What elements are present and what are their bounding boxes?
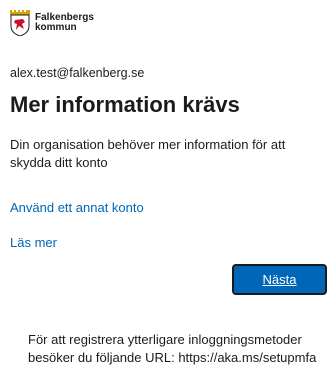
next-button[interactable]: Nästa xyxy=(232,264,327,295)
use-another-account-link[interactable]: Använd ett annat konto xyxy=(10,200,144,215)
account-email: alex.test@falkenberg.se xyxy=(10,66,145,80)
organization-logo: Falkenbergs kommun xyxy=(10,10,94,36)
read-more-link[interactable]: Läs mer xyxy=(10,235,57,250)
page-title: Mer information krävs xyxy=(10,92,240,117)
logo-text: Falkenbergs kommun xyxy=(35,13,94,33)
falkenberg-coat-of-arms-icon xyxy=(10,10,30,36)
setup-info-text: För att registrera ytterligare inloggnin… xyxy=(28,332,317,365)
logo-text-line2: kommun xyxy=(35,22,77,33)
page-description: Din organisation behöver mer information… xyxy=(10,137,286,170)
